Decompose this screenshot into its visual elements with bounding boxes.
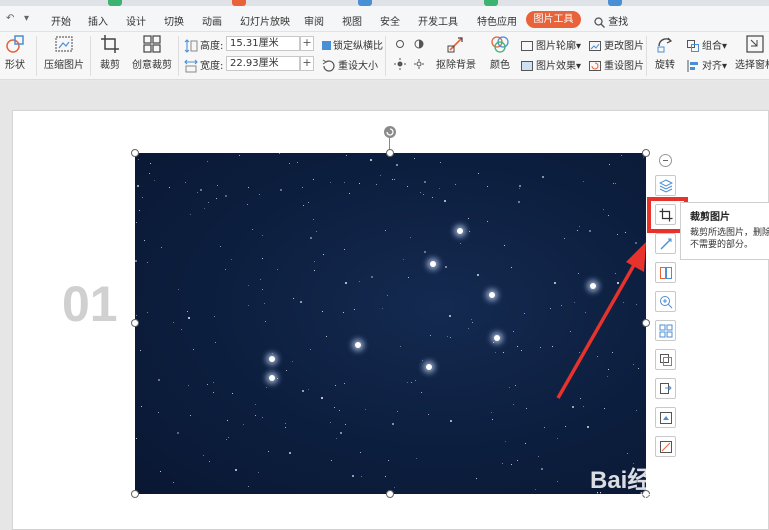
baidu-watermark-url: jingyan.baidu.com [596, 490, 698, 503]
arrow-head [626, 242, 646, 272]
annotation-arrow [556, 242, 646, 399]
arrow-shaft [556, 257, 640, 399]
